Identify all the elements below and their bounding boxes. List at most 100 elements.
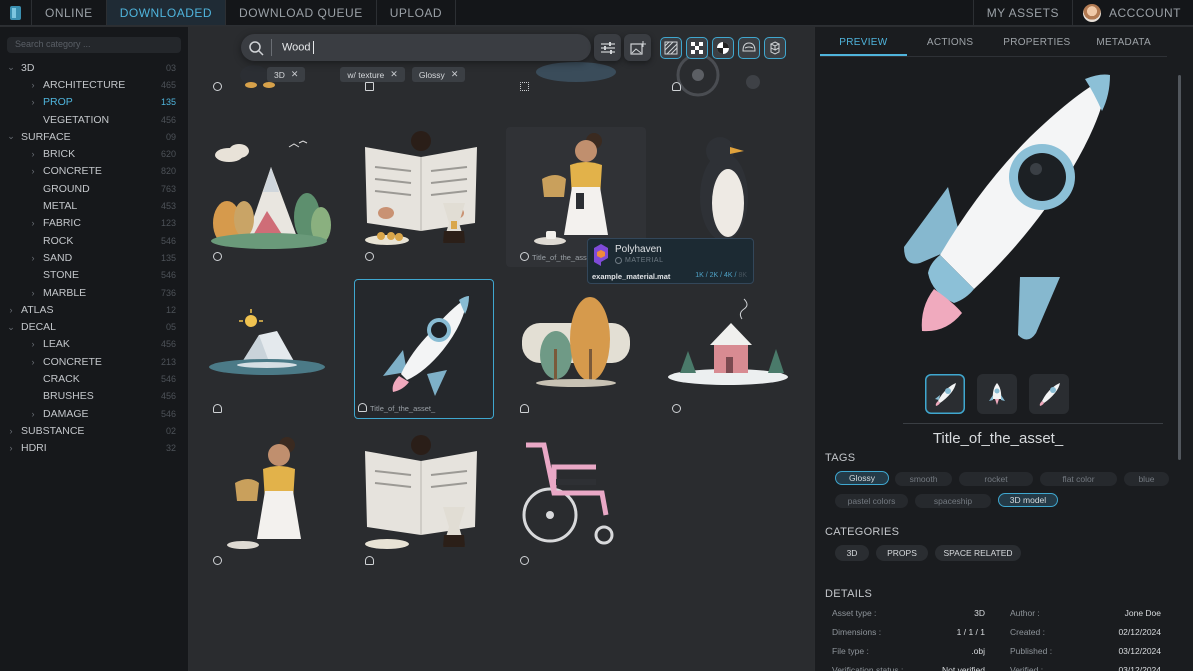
category-item[interactable]: › ARCHITECTURE 465 [0,76,188,93]
category-count: 05 [165,322,176,333]
tag-pill[interactable]: blue [1124,472,1169,486]
account-button[interactable]: ACCCOUNT [1072,0,1193,25]
tab-download-queue[interactable]: DOWNLOAD QUEUE [226,0,377,25]
category-pill[interactable]: PROPS [876,545,928,561]
category-item[interactable]: ⌄ DECAL 05 [0,318,188,335]
tag-pill[interactable]: smooth [895,472,952,486]
category-item[interactable]: › DAMAGE 546 [0,405,188,422]
chevron-right-icon[interactable]: › [28,409,38,419]
chevron-right-icon[interactable]: › [28,288,38,298]
filter-pattern-toggle[interactable] [686,37,708,59]
chevron-down-icon[interactable]: ⌄ [6,131,16,142]
chevron-down-icon[interactable]: ⌄ [6,322,16,333]
tag-pill[interactable]: flat color [1040,472,1117,486]
category-label: SAND [43,251,73,264]
asset-card[interactable] [199,279,339,419]
category-item[interactable]: ROCK 546 [0,232,188,249]
filter-chip[interactable]: 3D ✕ [267,67,306,82]
category-count: 546 [160,270,176,281]
chevron-right-icon[interactable]: › [6,426,16,436]
chevron-right-icon[interactable]: › [6,305,16,315]
filter-material-toggle[interactable] [712,37,734,59]
filter-chip[interactable]: w/ texture ✕ [340,67,405,82]
chevron-right-icon[interactable]: › [28,97,38,107]
category-pill[interactable]: SPACE RELATED [935,545,1021,561]
category-item[interactable]: › ATLAS 12 [0,301,188,318]
category-item[interactable]: › CONCRETE 820 [0,163,188,180]
category-item[interactable]: › FABRIC 123 [0,215,188,232]
tab-metadata[interactable]: METADATA [1080,37,1167,56]
remove-chip-icon[interactable]: ✕ [291,69,299,80]
filter-button[interactable] [594,34,621,61]
category-label: BRICK [43,148,76,161]
asset-card-selected[interactable]: Title_of_the_asset_ [354,279,494,419]
resolution-2k[interactable]: 2K [710,272,719,279]
image-search-button[interactable] [624,34,651,61]
tag-pill[interactable]: rocket [959,472,1033,486]
asset-card[interactable] [199,431,339,571]
category-item[interactable]: › LEAK 456 [0,336,188,353]
chevron-down-icon[interactable]: ⌄ [6,62,16,73]
remove-chip-icon[interactable]: ✕ [451,69,459,80]
category-item[interactable]: CRACK 546 [0,370,188,387]
tab-downloaded[interactable]: DOWNLOADED [106,0,227,25]
category-item[interactable]: BRUSHES 456 [0,388,188,405]
category-item[interactable]: › MARBLE 736 [0,284,188,301]
preview-thumb-3[interactable] [1029,374,1069,414]
category-pill[interactable]: 3D [835,545,869,561]
asset-thumbnail [209,309,325,375]
category-item[interactable]: ⌄ SURFACE 09 [0,128,188,145]
asset-card[interactable] [506,431,646,571]
remove-chip-icon[interactable]: ✕ [390,69,398,80]
category-item[interactable]: STONE 546 [0,267,188,284]
filter-hdri-toggle[interactable] [738,37,760,59]
chevron-right-icon[interactable]: › [28,218,38,228]
tag-pill[interactable]: spaceship [915,494,991,508]
filter-chip[interactable]: Glossy ✕ [411,67,466,82]
asset-card[interactable] [351,127,491,267]
category-search-input[interactable]: Search category ... [7,37,181,53]
category-item[interactable]: ⌄ 3D 03 [0,59,188,76]
my-assets-button[interactable]: MY ASSETS [972,0,1072,25]
tab-preview[interactable]: PREVIEW [820,37,907,56]
filter-texture-toggle[interactable] [660,37,682,59]
category-item[interactable]: › BRICK 620 [0,145,188,162]
category-item[interactable]: VEGETATION 456 [0,111,188,128]
chevron-right-icon[interactable]: › [28,149,38,159]
chevron-right-icon[interactable]: › [28,80,38,90]
category-item[interactable]: › CONCRETE 213 [0,353,188,370]
tab-actions[interactable]: ACTIONS [907,37,994,56]
tab-upload[interactable]: UPLOAD [377,0,457,25]
panel-scrollbar[interactable] [1178,75,1181,460]
category-item[interactable]: › SAND 135 [0,249,188,266]
tag-pill[interactable]: Glossy [835,471,889,485]
resolution-1k[interactable]: 1K [695,272,704,279]
material-type-icon [213,556,222,565]
texture-type-icon [520,82,529,91]
preview-thumb-2[interactable] [977,374,1017,414]
chevron-right-icon[interactable]: › [28,253,38,263]
resolution-4k[interactable]: 4K [724,272,733,279]
category-item[interactable]: › HDRI 32 [0,440,188,457]
chevron-right-icon[interactable]: › [6,443,16,453]
category-item[interactable]: › PROP 135 [0,94,188,111]
asset-card[interactable] [351,431,491,571]
category-item[interactable]: GROUND 763 [0,180,188,197]
preview-thumb-1[interactable] [925,374,965,414]
asset-card[interactable] [506,279,646,419]
tag-pill[interactable]: pastel colors [835,494,908,508]
tab-online[interactable]: ONLINE [32,0,107,25]
asset-card[interactable] [658,279,798,419]
search-bar[interactable]: Wood [241,34,591,61]
asset-card[interactable] [199,127,339,267]
category-item[interactable]: › SUBSTANCE 02 [0,422,188,439]
chevron-right-icon[interactable]: › [28,357,38,367]
tab-properties[interactable]: PROPERTIES [994,37,1081,56]
category-item[interactable]: METAL 453 [0,197,188,214]
search-input[interactable]: Wood [282,41,314,54]
chevron-right-icon[interactable]: › [28,166,38,176]
chevron-right-icon[interactable]: › [28,339,38,349]
filter-3d-toggle[interactable] [764,37,786,59]
app-logo[interactable] [0,0,32,25]
tag-pill[interactable]: 3D model [998,493,1058,507]
